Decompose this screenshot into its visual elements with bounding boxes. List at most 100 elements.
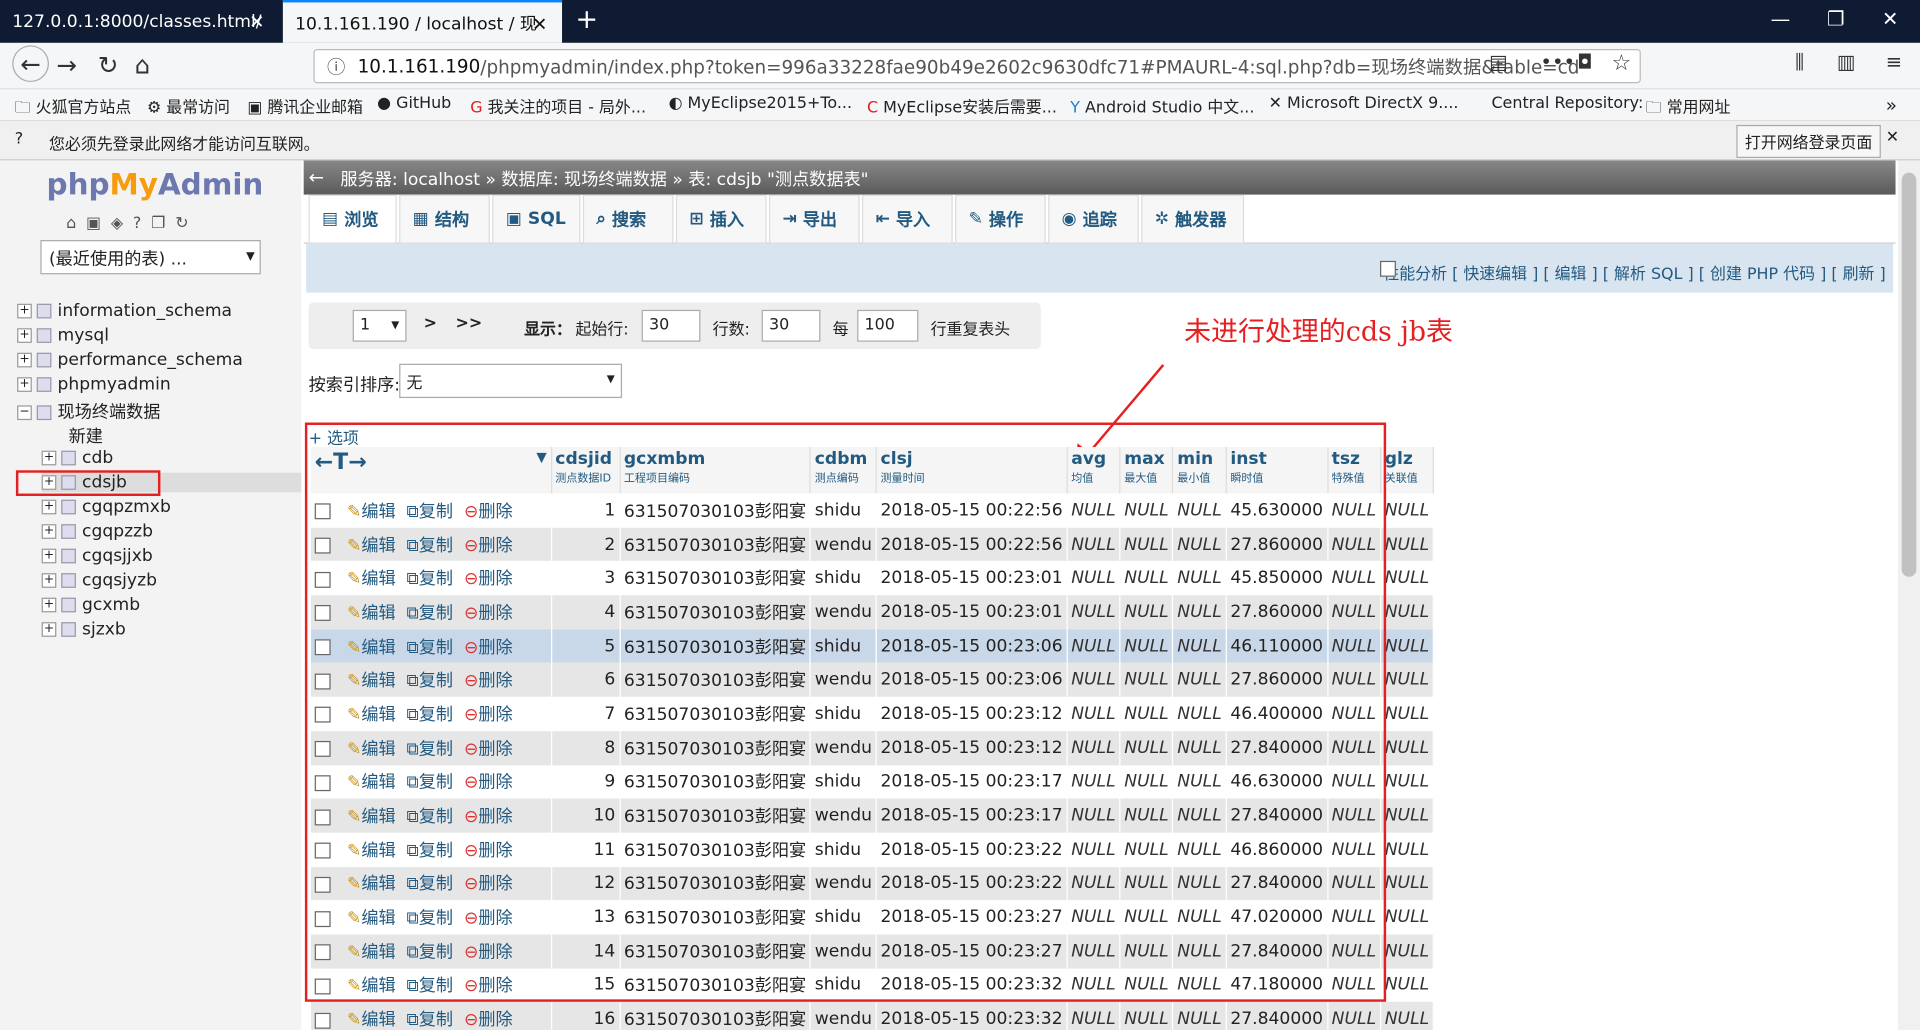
tab-tracking[interactable]: ◉ 追踪 [1048,194,1139,244]
cell-glz[interactable]: NULL [1380,968,1435,1003]
tree-table[interactable]: + cgqsjyzb [41,571,157,590]
tree-db[interactable]: + phpmyadmin [17,375,171,394]
cell-glz[interactable]: NULL [1380,900,1435,935]
close-icon[interactable]: ✕ [1886,129,1899,147]
back-icon[interactable]: ← [12,45,49,83]
tree-table[interactable]: + sjzxb [41,620,126,639]
bookmark-item[interactable]: Y Android Studio 中文... [1070,94,1254,117]
window-close-icon[interactable]: ✕ [1882,7,1898,30]
cell-glz[interactable]: NULL [1380,663,1435,698]
cell-glz[interactable]: NULL [1380,595,1435,630]
tree-db[interactable]: + performance_schema [17,350,243,370]
column-header[interactable]: glz 关联值 [1380,447,1435,494]
tree-db-expanded[interactable]: − 现场终端数据 [17,399,160,423]
rows-input[interactable]: 30 [761,309,821,342]
home-icon[interactable]: ⌂ [135,50,151,79]
cell-glz[interactable]: NULL [1380,866,1435,901]
open-login-page-button[interactable]: 打开网络登录页面 [1736,124,1881,158]
bookmark-item[interactable]: C MyEclipse安装后需要... [867,94,1057,117]
scrollbar[interactable] [1897,160,1920,1030]
query-action-links[interactable]: 性能分析 [ 快速编辑 ] [ 编辑 ] [ 解析 SQL ] [ 创建 PHP… [1383,261,1885,284]
cell-clsj[interactable]: 2018-05-15 00:23:32 [876,1002,1068,1030]
tree-table[interactable]: + gcxmb [41,595,140,615]
tree-table[interactable]: + cdb [41,448,113,468]
cell-cdsjid[interactable]: 16 [551,1002,621,1030]
new-tab-icon[interactable]: + [576,5,599,36]
start-row-input[interactable]: 30 [641,309,701,342]
close-icon[interactable]: ✕ [249,11,264,33]
tab-triggers[interactable]: ✲ 触发器 [1141,194,1245,244]
tab-sql[interactable]: ▣ SQL [492,194,581,244]
copy-link[interactable]: 复制 [419,1011,453,1030]
cell-glz[interactable]: NULL [1380,764,1435,799]
overflow-icon[interactable]: » [1886,94,1897,116]
maximize-icon[interactable]: ❐ [1827,7,1845,30]
edit-link[interactable]: 编辑 [361,1011,395,1030]
next-button[interactable]: > [424,315,437,333]
cell-avg[interactable]: NULL [1066,1002,1121,1030]
profiling-checkbox[interactable] [1380,260,1396,277]
tree-db[interactable]: + mysql [17,326,109,345]
forward-icon[interactable]: → [56,50,77,79]
cell-glz[interactable]: NULL [1380,798,1435,833]
bookmark-item[interactable]: 🗀 火狐官方站点 [15,94,132,123]
cell-min[interactable]: NULL [1173,1002,1227,1030]
tab-insert[interactable]: ⊞ 插入 [675,194,767,244]
cell-inst[interactable]: 27.840000 [1226,1002,1328,1030]
cell-gcxmbm[interactable]: 631507030103彭阳宴 [619,1002,812,1030]
tab-browse[interactable]: ▤ 浏览 [308,194,397,244]
cell-glz[interactable]: NULL [1380,629,1435,664]
tab-export[interactable]: ⇥ 导出 [768,194,860,244]
browser-tab-active[interactable]: 10.1.161.190 / localhost / 现 ✕ [282,0,563,43]
tab-search[interactable]: ⌕ 搜索 [582,194,674,244]
tab-operations[interactable]: ✎ 操作 [955,194,1046,244]
library-icon[interactable]: ⫼ [1795,50,1804,74]
bookmark-item[interactable]: Central Repository: [1491,94,1643,112]
bookmark-item[interactable]: G 我关注的项目 - 局外... [470,94,646,117]
pocket-icon[interactable]: ◘ [1577,50,1592,73]
close-icon[interactable]: ✕ [532,13,547,35]
tab-structure[interactable]: ▦ 结构 [399,194,490,244]
page-select[interactable]: 1 ▾ [352,309,407,342]
more-icon[interactable]: ••• [1540,50,1575,73]
reload-icon[interactable]: ↻ [98,50,119,79]
cell-glz[interactable]: NULL [1380,730,1435,765]
phpmyadmin-logo[interactable]: phpMyAdmin [47,168,264,202]
bookmark-item[interactable]: ▣ 腾讯企业邮箱 [247,94,363,117]
sidebar-icon[interactable]: ▥ [1837,50,1856,73]
cell-glz[interactable]: NULL [1380,832,1435,867]
delete-link[interactable]: 删除 [478,1011,512,1030]
cell-glz[interactable]: NULL [1380,697,1435,731]
info-icon[interactable]: ⓘ [327,53,345,79]
row-checkbox[interactable] [314,1012,331,1029]
recent-tables-select[interactable]: (最近使用的表) ... ▾ [40,240,261,275]
sort-select[interactable]: 无 ▾ [399,363,623,399]
reader-icon[interactable]: ▤ [1489,50,1508,73]
cell-glz[interactable]: NULL [1380,934,1435,969]
cell-glz[interactable]: NULL [1380,527,1435,562]
cell-glz[interactable]: NULL [1380,493,1435,528]
cell-max[interactable]: NULL [1119,1002,1174,1030]
last-button[interactable]: >> [456,315,483,333]
bookmark-star-icon[interactable]: ☆ [1611,50,1631,76]
browser-tab[interactable]: 127.0.0.1:8000/classes.html/✕ [0,0,279,43]
tree-new[interactable]: 新建 [69,424,103,448]
bookmark-item[interactable]: ⚙ 最常访问 [147,94,230,117]
tree-table[interactable]: + cgqsjjxb [41,546,153,566]
table-row[interactable]: ✎编辑 ⧉复制 ⊖删除 16 631507030103彭阳宴 wendu 2018-05… [311,1002,1435,1030]
minimize-icon[interactable]: — [1771,7,1791,30]
cell-cdbm[interactable]: wendu [810,1002,877,1030]
tree-table[interactable]: + cgqpzzb [41,522,153,541]
bookmark-item[interactable]: ● GitHub [377,94,451,112]
tab-import[interactable]: ⇤ 导入 [862,194,953,244]
address-bar[interactable]: ⓘ 10.1.161.190/phpmyadmin/index.php?toke… [313,48,1641,84]
tree-table[interactable]: + cgqpzmxb [41,497,171,517]
bookmark-item[interactable]: 🗀 常用网址 [1646,94,1731,123]
menu-icon[interactable]: ≡ [1886,50,1902,73]
bookmark-item[interactable]: ◐ MyEclipse2015+To... [669,94,852,112]
repeat-headers-input[interactable]: 100 [857,309,919,342]
collapse-icon[interactable]: ← [309,167,324,189]
cell-glz[interactable]: NULL [1380,1002,1435,1030]
cell-tsz[interactable]: NULL [1327,1002,1382,1030]
cell-glz[interactable]: NULL [1380,561,1435,596]
